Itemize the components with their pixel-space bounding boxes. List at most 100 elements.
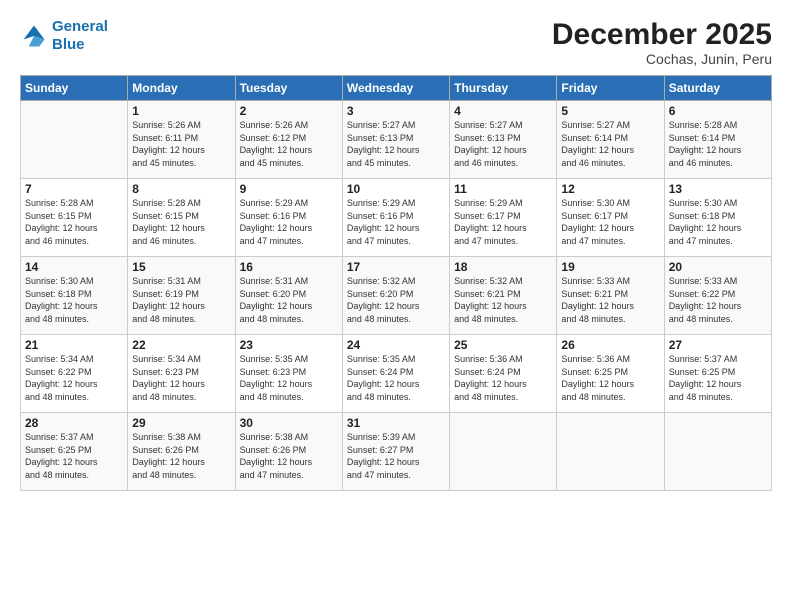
header-sunday: Sunday xyxy=(21,76,128,101)
day-info: Sunrise: 5:31 AMSunset: 6:20 PMDaylight:… xyxy=(240,275,338,325)
table-row: 9Sunrise: 5:29 AMSunset: 6:16 PMDaylight… xyxy=(235,179,342,257)
table-row: 22Sunrise: 5:34 AMSunset: 6:23 PMDayligh… xyxy=(128,335,235,413)
day-number: 17 xyxy=(347,260,445,274)
table-row: 31Sunrise: 5:39 AMSunset: 6:27 PMDayligh… xyxy=(342,413,449,491)
day-info: Sunrise: 5:35 AMSunset: 6:24 PMDaylight:… xyxy=(347,353,445,403)
day-number: 18 xyxy=(454,260,552,274)
day-number: 10 xyxy=(347,182,445,196)
day-info: Sunrise: 5:37 AMSunset: 6:25 PMDaylight:… xyxy=(669,353,767,403)
day-number: 27 xyxy=(669,338,767,352)
day-info: Sunrise: 5:39 AMSunset: 6:27 PMDaylight:… xyxy=(347,431,445,481)
day-number: 19 xyxy=(561,260,659,274)
table-row: 13Sunrise: 5:30 AMSunset: 6:18 PMDayligh… xyxy=(664,179,771,257)
header-saturday: Saturday xyxy=(664,76,771,101)
table-row: 3Sunrise: 5:27 AMSunset: 6:13 PMDaylight… xyxy=(342,101,449,179)
day-number: 7 xyxy=(25,182,123,196)
table-row: 6Sunrise: 5:28 AMSunset: 6:14 PMDaylight… xyxy=(664,101,771,179)
header: General Blue December 2025 Cochas, Junin… xyxy=(20,18,772,67)
day-info: Sunrise: 5:32 AMSunset: 6:20 PMDaylight:… xyxy=(347,275,445,325)
calendar-week-4: 28Sunrise: 5:37 AMSunset: 6:25 PMDayligh… xyxy=(21,413,772,491)
day-info: Sunrise: 5:36 AMSunset: 6:24 PMDaylight:… xyxy=(454,353,552,403)
table-row xyxy=(664,413,771,491)
day-number: 24 xyxy=(347,338,445,352)
table-row: 7Sunrise: 5:28 AMSunset: 6:15 PMDaylight… xyxy=(21,179,128,257)
table-row: 5Sunrise: 5:27 AMSunset: 6:14 PMDaylight… xyxy=(557,101,664,179)
day-number: 9 xyxy=(240,182,338,196)
day-number: 16 xyxy=(240,260,338,274)
logo: General Blue xyxy=(20,18,108,54)
day-number: 29 xyxy=(132,416,230,430)
day-number: 30 xyxy=(240,416,338,430)
day-number: 14 xyxy=(25,260,123,274)
day-number: 13 xyxy=(669,182,767,196)
table-row: 8Sunrise: 5:28 AMSunset: 6:15 PMDaylight… xyxy=(128,179,235,257)
day-number: 31 xyxy=(347,416,445,430)
calendar-week-2: 14Sunrise: 5:30 AMSunset: 6:18 PMDayligh… xyxy=(21,257,772,335)
day-info: Sunrise: 5:28 AMSunset: 6:14 PMDaylight:… xyxy=(669,119,767,169)
calendar-week-3: 21Sunrise: 5:34 AMSunset: 6:22 PMDayligh… xyxy=(21,335,772,413)
table-row: 12Sunrise: 5:30 AMSunset: 6:17 PMDayligh… xyxy=(557,179,664,257)
table-row: 30Sunrise: 5:38 AMSunset: 6:26 PMDayligh… xyxy=(235,413,342,491)
day-number: 20 xyxy=(669,260,767,274)
logo-line2: Blue xyxy=(52,36,85,53)
day-number: 21 xyxy=(25,338,123,352)
day-number: 12 xyxy=(561,182,659,196)
header-thursday: Thursday xyxy=(450,76,557,101)
table-row: 11Sunrise: 5:29 AMSunset: 6:17 PMDayligh… xyxy=(450,179,557,257)
day-number: 8 xyxy=(132,182,230,196)
table-row: 16Sunrise: 5:31 AMSunset: 6:20 PMDayligh… xyxy=(235,257,342,335)
day-info: Sunrise: 5:30 AMSunset: 6:18 PMDaylight:… xyxy=(25,275,123,325)
day-number: 28 xyxy=(25,416,123,430)
calendar-week-1: 7Sunrise: 5:28 AMSunset: 6:15 PMDaylight… xyxy=(21,179,772,257)
title-block: December 2025 Cochas, Junin, Peru xyxy=(552,18,772,67)
calendar-week-0: 1Sunrise: 5:26 AMSunset: 6:11 PMDaylight… xyxy=(21,101,772,179)
day-number: 26 xyxy=(561,338,659,352)
day-info: Sunrise: 5:29 AMSunset: 6:16 PMDaylight:… xyxy=(347,197,445,247)
header-friday: Friday xyxy=(557,76,664,101)
day-number: 15 xyxy=(132,260,230,274)
table-row: 14Sunrise: 5:30 AMSunset: 6:18 PMDayligh… xyxy=(21,257,128,335)
table-row xyxy=(21,101,128,179)
header-monday: Monday xyxy=(128,76,235,101)
day-info: Sunrise: 5:31 AMSunset: 6:19 PMDaylight:… xyxy=(132,275,230,325)
header-wednesday: Wednesday xyxy=(342,76,449,101)
day-number: 22 xyxy=(132,338,230,352)
day-info: Sunrise: 5:34 AMSunset: 6:22 PMDaylight:… xyxy=(25,353,123,403)
day-info: Sunrise: 5:37 AMSunset: 6:25 PMDaylight:… xyxy=(25,431,123,481)
day-info: Sunrise: 5:28 AMSunset: 6:15 PMDaylight:… xyxy=(132,197,230,247)
table-row: 26Sunrise: 5:36 AMSunset: 6:25 PMDayligh… xyxy=(557,335,664,413)
table-row: 24Sunrise: 5:35 AMSunset: 6:24 PMDayligh… xyxy=(342,335,449,413)
day-info: Sunrise: 5:29 AMSunset: 6:16 PMDaylight:… xyxy=(240,197,338,247)
day-number: 25 xyxy=(454,338,552,352)
table-row: 23Sunrise: 5:35 AMSunset: 6:23 PMDayligh… xyxy=(235,335,342,413)
table-row: 17Sunrise: 5:32 AMSunset: 6:20 PMDayligh… xyxy=(342,257,449,335)
table-row: 28Sunrise: 5:37 AMSunset: 6:25 PMDayligh… xyxy=(21,413,128,491)
table-row xyxy=(557,413,664,491)
day-number: 5 xyxy=(561,104,659,118)
day-info: Sunrise: 5:38 AMSunset: 6:26 PMDaylight:… xyxy=(132,431,230,481)
day-number: 6 xyxy=(669,104,767,118)
table-row xyxy=(450,413,557,491)
day-info: Sunrise: 5:27 AMSunset: 6:14 PMDaylight:… xyxy=(561,119,659,169)
calendar-table: Sunday Monday Tuesday Wednesday Thursday… xyxy=(20,75,772,491)
day-info: Sunrise: 5:26 AMSunset: 6:12 PMDaylight:… xyxy=(240,119,338,169)
day-info: Sunrise: 5:33 AMSunset: 6:21 PMDaylight:… xyxy=(561,275,659,325)
day-info: Sunrise: 5:29 AMSunset: 6:17 PMDaylight:… xyxy=(454,197,552,247)
page-title: December 2025 xyxy=(552,18,772,51)
day-number: 3 xyxy=(347,104,445,118)
day-info: Sunrise: 5:27 AMSunset: 6:13 PMDaylight:… xyxy=(454,119,552,169)
header-tuesday: Tuesday xyxy=(235,76,342,101)
logo-text: General Blue xyxy=(52,18,108,54)
day-info: Sunrise: 5:38 AMSunset: 6:26 PMDaylight:… xyxy=(240,431,338,481)
day-info: Sunrise: 5:30 AMSunset: 6:18 PMDaylight:… xyxy=(669,197,767,247)
table-row: 19Sunrise: 5:33 AMSunset: 6:21 PMDayligh… xyxy=(557,257,664,335)
day-info: Sunrise: 5:28 AMSunset: 6:15 PMDaylight:… xyxy=(25,197,123,247)
table-row: 27Sunrise: 5:37 AMSunset: 6:25 PMDayligh… xyxy=(664,335,771,413)
table-row: 10Sunrise: 5:29 AMSunset: 6:16 PMDayligh… xyxy=(342,179,449,257)
day-info: Sunrise: 5:30 AMSunset: 6:17 PMDaylight:… xyxy=(561,197,659,247)
day-number: 2 xyxy=(240,104,338,118)
page-subtitle: Cochas, Junin, Peru xyxy=(552,51,772,67)
day-number: 1 xyxy=(132,104,230,118)
day-number: 4 xyxy=(454,104,552,118)
day-info: Sunrise: 5:33 AMSunset: 6:22 PMDaylight:… xyxy=(669,275,767,325)
